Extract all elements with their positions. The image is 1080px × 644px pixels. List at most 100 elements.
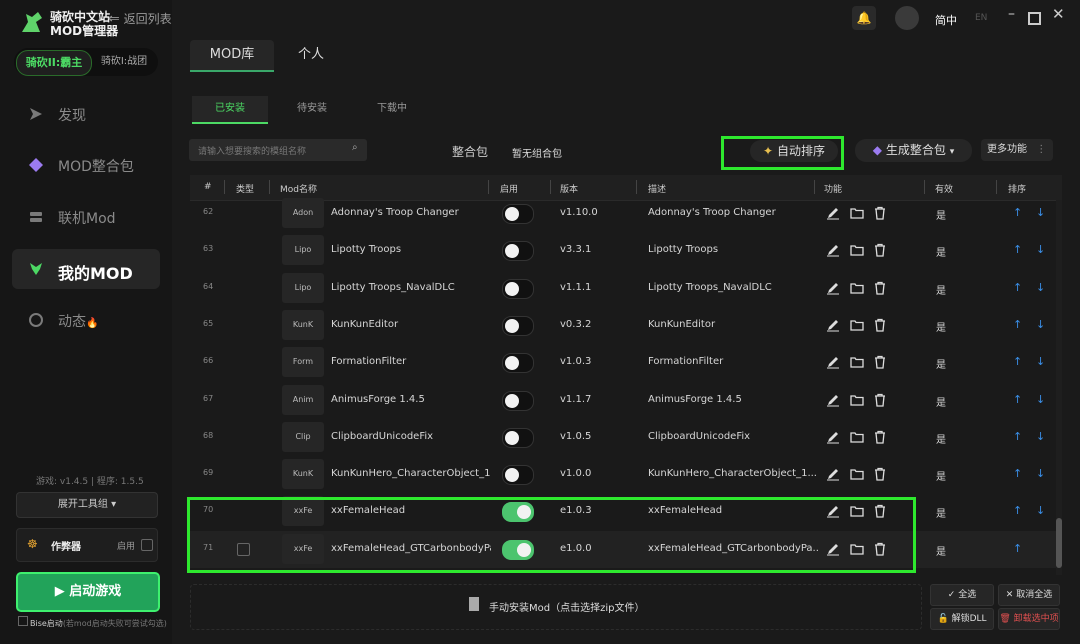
- trash-icon[interactable]: [873, 243, 887, 257]
- scrollbar-thumb[interactable]: [1056, 518, 1062, 568]
- enable-toggle[interactable]: [502, 204, 534, 224]
- search-icon[interactable]: ⌕: [352, 142, 358, 153]
- enable-toggle[interactable]: [502, 390, 534, 411]
- trash-icon[interactable]: [873, 355, 887, 369]
- unlock-dll-button[interactable]: 🔓 解锁DLL: [930, 608, 994, 630]
- toolbox-toggle[interactable]: 展开工具组 ▾: [16, 492, 158, 518]
- nav-feed[interactable]: 动态🔥: [12, 300, 160, 340]
- trash-icon[interactable]: [873, 318, 887, 332]
- maximize-icon[interactable]: [1028, 12, 1041, 25]
- enable-toggle[interactable]: [502, 278, 534, 299]
- folder-icon[interactable]: [850, 243, 864, 257]
- lang-zh[interactable]: 简中: [935, 12, 957, 28]
- generate-pack-button[interactable]: ◆ 生成整合包 ▾: [855, 139, 972, 162]
- arrow-up-icon[interactable]: ↑: [1013, 430, 1022, 443]
- edit-icon[interactable]: [826, 318, 840, 332]
- table-row[interactable]: 68 Clip ClipboardUnicodeFix v1.0.5 Clipboard…: [190, 419, 1056, 456]
- edit-icon[interactable]: [826, 243, 840, 257]
- mod-thumbnail: Form: [282, 347, 324, 378]
- table-row[interactable]: 63 Lipo Lipotty Troops v3.3.1 Lipotty Troops…: [190, 232, 1056, 269]
- enable-toggle[interactable]: [502, 241, 534, 262]
- trash-icon[interactable]: [873, 281, 887, 295]
- folder-icon[interactable]: [850, 281, 864, 295]
- install-mod-zone[interactable]: 手动安装Mod（点击选择zip文件）: [190, 584, 922, 630]
- arrow-down-icon[interactable]: ↓: [1036, 243, 1045, 256]
- arrow-up-icon[interactable]: ↑: [1013, 281, 1022, 294]
- lang-en[interactable]: EN: [975, 13, 987, 23]
- tab-mod-library[interactable]: MOD库: [190, 40, 274, 72]
- auto-sort-button[interactable]: ✦ 自动排序: [750, 140, 838, 162]
- folder-icon[interactable]: [850, 206, 864, 220]
- arrow-up-icon[interactable]: ↑: [1013, 542, 1022, 555]
- table-row[interactable]: 66 Form FormationFilter v1.0.3 FormationFilt…: [190, 344, 1056, 381]
- enable-toggle[interactable]: [502, 353, 534, 374]
- check-icon: ✓: [947, 590, 956, 600]
- arrow-down-icon[interactable]: ↓: [1036, 281, 1045, 294]
- edit-icon[interactable]: [826, 467, 840, 481]
- enable-toggle[interactable]: [502, 427, 534, 448]
- trash-icon[interactable]: [873, 393, 887, 407]
- arrow-down-icon[interactable]: ↓: [1036, 393, 1045, 406]
- bise-option[interactable]: Bise启动(若mod启动失败可尝试勾选): [18, 616, 167, 629]
- nav-online-mod[interactable]: 联机Mod: [12, 197, 160, 237]
- nav-my-mod[interactable]: 我的MOD: [12, 249, 160, 289]
- folder-icon[interactable]: [850, 430, 864, 444]
- edit-icon[interactable]: [826, 206, 840, 220]
- game-tab-bannerlord[interactable]: 骑砍II:霸主: [16, 50, 92, 76]
- subtab-downloading[interactable]: 下载中: [356, 96, 428, 122]
- arrow-up-icon[interactable]: ↑: [1013, 504, 1022, 517]
- pack-value[interactable]: 暂无组合包: [512, 145, 562, 160]
- folder-icon[interactable]: [850, 467, 864, 481]
- table-row[interactable]: 64 Lipo Lipotty Troops_NavalDLC v1.1.1 Lipot…: [190, 270, 1056, 307]
- arrow-down-icon[interactable]: ↓: [1036, 206, 1045, 219]
- back-button[interactable]: ⇐ 返回列表: [108, 10, 172, 27]
- arrow-up-icon[interactable]: ↑: [1013, 318, 1022, 331]
- folder-icon[interactable]: [850, 393, 864, 407]
- tab-personal[interactable]: 个人: [278, 40, 344, 70]
- close-icon[interactable]: ✕: [1052, 5, 1065, 23]
- subtab-pending[interactable]: 待安装: [276, 96, 348, 122]
- arrow-down-icon[interactable]: ↓: [1036, 430, 1045, 443]
- table-row[interactable]: 67 Anim AnimusForge 1.4.5 v1.1.7 AnimusForge…: [190, 382, 1056, 419]
- bise-checkbox[interactable]: [18, 616, 28, 626]
- mod-version: v1.0.3: [560, 356, 592, 368]
- edit-icon[interactable]: [826, 393, 840, 407]
- minimize-icon[interactable]: –: [1008, 6, 1015, 22]
- deselect-all-button[interactable]: ✕ 取消全选: [998, 584, 1060, 606]
- arrow-up-icon[interactable]: ↑: [1013, 393, 1022, 406]
- arrow-up-icon[interactable]: ↑: [1013, 243, 1022, 256]
- arrow-up-icon[interactable]: ↑: [1013, 467, 1022, 480]
- edit-icon[interactable]: [826, 355, 840, 369]
- arrow-down-icon[interactable]: ↓: [1036, 467, 1045, 480]
- arrow-up-icon[interactable]: ↑: [1013, 206, 1022, 219]
- table-row[interactable]: 69 KunK KunKunHero_CharacterObject_1869 v1.…: [190, 456, 1056, 493]
- more-functions-button[interactable]: 更多功能 ⋮: [981, 139, 1053, 161]
- table-row[interactable]: 62 Adon Adonnay's Troop Changer v1.10.0 Adon…: [190, 195, 1056, 232]
- subtab-installed[interactable]: 已安装: [192, 96, 268, 124]
- notification-button[interactable]: 🔔: [852, 6, 876, 30]
- edit-icon[interactable]: [826, 281, 840, 295]
- game-tab-warband[interactable]: 骑砍I:战团: [94, 50, 154, 74]
- col-name[interactable]: Mod名称: [280, 182, 317, 195]
- cheat-enable-checkbox[interactable]: [141, 539, 153, 551]
- arrow-down-icon[interactable]: ↓: [1036, 355, 1045, 368]
- avatar[interactable]: [895, 6, 919, 30]
- arrow-down-icon[interactable]: ↓: [1036, 504, 1045, 517]
- enable-toggle[interactable]: [502, 315, 534, 336]
- trash-icon[interactable]: [873, 206, 887, 220]
- folder-icon[interactable]: [850, 355, 864, 369]
- start-game-button[interactable]: ▶ 启动游戏: [16, 572, 160, 612]
- nav-discover[interactable]: 发现: [12, 94, 160, 134]
- arrow-down-icon[interactable]: ↓: [1036, 318, 1045, 331]
- edit-icon[interactable]: [826, 430, 840, 444]
- trash-icon[interactable]: [873, 430, 887, 444]
- search-input[interactable]: 请输入想要搜索的模组名称 ⌕: [189, 139, 367, 161]
- uninstall-selected-button[interactable]: 🗑 卸载选中项: [998, 608, 1060, 630]
- select-all-button[interactable]: ✓ 全选: [930, 584, 994, 606]
- nav-mod-pack[interactable]: MOD整合包: [12, 145, 160, 185]
- trash-icon[interactable]: [873, 467, 887, 481]
- enable-toggle[interactable]: [502, 465, 534, 486]
- folder-icon[interactable]: [850, 318, 864, 332]
- table-row[interactable]: 65 KunK KunKunEditor v0.3.2 KunKunEditor 是 ↑ ↓: [190, 307, 1056, 344]
- arrow-up-icon[interactable]: ↑: [1013, 355, 1022, 368]
